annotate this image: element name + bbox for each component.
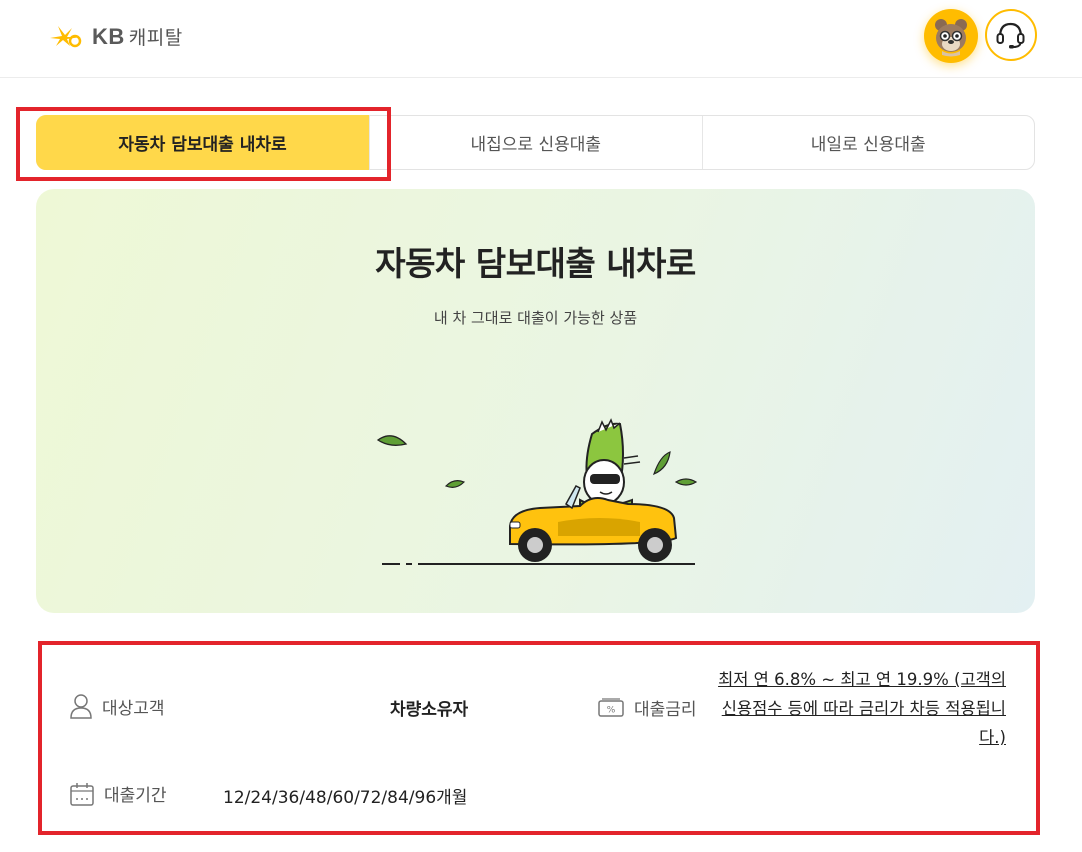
logo-subtext: 캐피탈 xyxy=(128,27,183,49)
rate-label-text: 대출금리 xyxy=(634,700,697,720)
bear-avatar-icon xyxy=(935,19,967,57)
avatar-button[interactable] xyxy=(924,9,978,63)
hero-title: 자동차 담보대출 내차로 xyxy=(375,244,696,283)
loan-period-label: 대출기간 xyxy=(70,781,167,806)
leaf-icon xyxy=(653,451,671,476)
logo-text: KB 캐피탈 xyxy=(92,23,183,49)
loan-period-value: 12/24/36/48/60/72/84/96개월 xyxy=(223,788,468,808)
percent-card-icon: % xyxy=(598,697,624,717)
person-icon xyxy=(70,694,92,719)
tab-future-credit-loan[interactable]: 내일로 신용대출 xyxy=(701,116,1035,169)
product-tabs: 자동차 담보대출 내차로 내집으로 신용대출 내일로 신용대출 xyxy=(36,115,1035,170)
header: KB 캐피탈 xyxy=(0,0,1082,78)
period-label-text: 대출기간 xyxy=(104,786,167,806)
hero-banner: 자동차 담보대출 내차로 내 차 그대로 대출이 가능한 상품 xyxy=(36,189,1035,613)
interest-rate-label: % 대출금리 xyxy=(598,695,697,720)
loan-info-panel: 대상고객 차량소유자 % 대출금리 최저 연 6.8% ~ 최고 연 19.9%… xyxy=(56,655,1026,825)
kb-capital-logo[interactable]: KB 캐피탈 xyxy=(48,20,183,52)
kb-star-icon xyxy=(50,26,82,48)
target-customer-value: 차량소유자 xyxy=(390,700,469,720)
tab-home-credit-loan[interactable]: 내집으로 신용대출 xyxy=(369,116,702,169)
character-car-illustration xyxy=(376,418,698,565)
leaf-icon xyxy=(674,478,698,486)
leaf-icon xyxy=(444,480,466,488)
target-label-text: 대상고객 xyxy=(102,698,165,719)
svg-text:%: % xyxy=(607,705,616,715)
headset-icon xyxy=(996,22,1025,49)
leaf-icon xyxy=(376,435,408,446)
tab-car-loan[interactable]: 자동차 담보대출 내차로 xyxy=(36,115,369,170)
calendar-icon xyxy=(70,782,94,806)
interest-rate-link[interactable]: 최저 연 6.8% ~ 최고 연 19.9% (고객의 신용점수 등에 따라 금… xyxy=(716,665,1006,752)
customer-support-button[interactable] xyxy=(985,9,1037,61)
hero-subtitle: 내 차 그대로 대출이 가능한 상품 xyxy=(433,309,638,327)
target-customer-label: 대상고객 xyxy=(70,693,165,719)
